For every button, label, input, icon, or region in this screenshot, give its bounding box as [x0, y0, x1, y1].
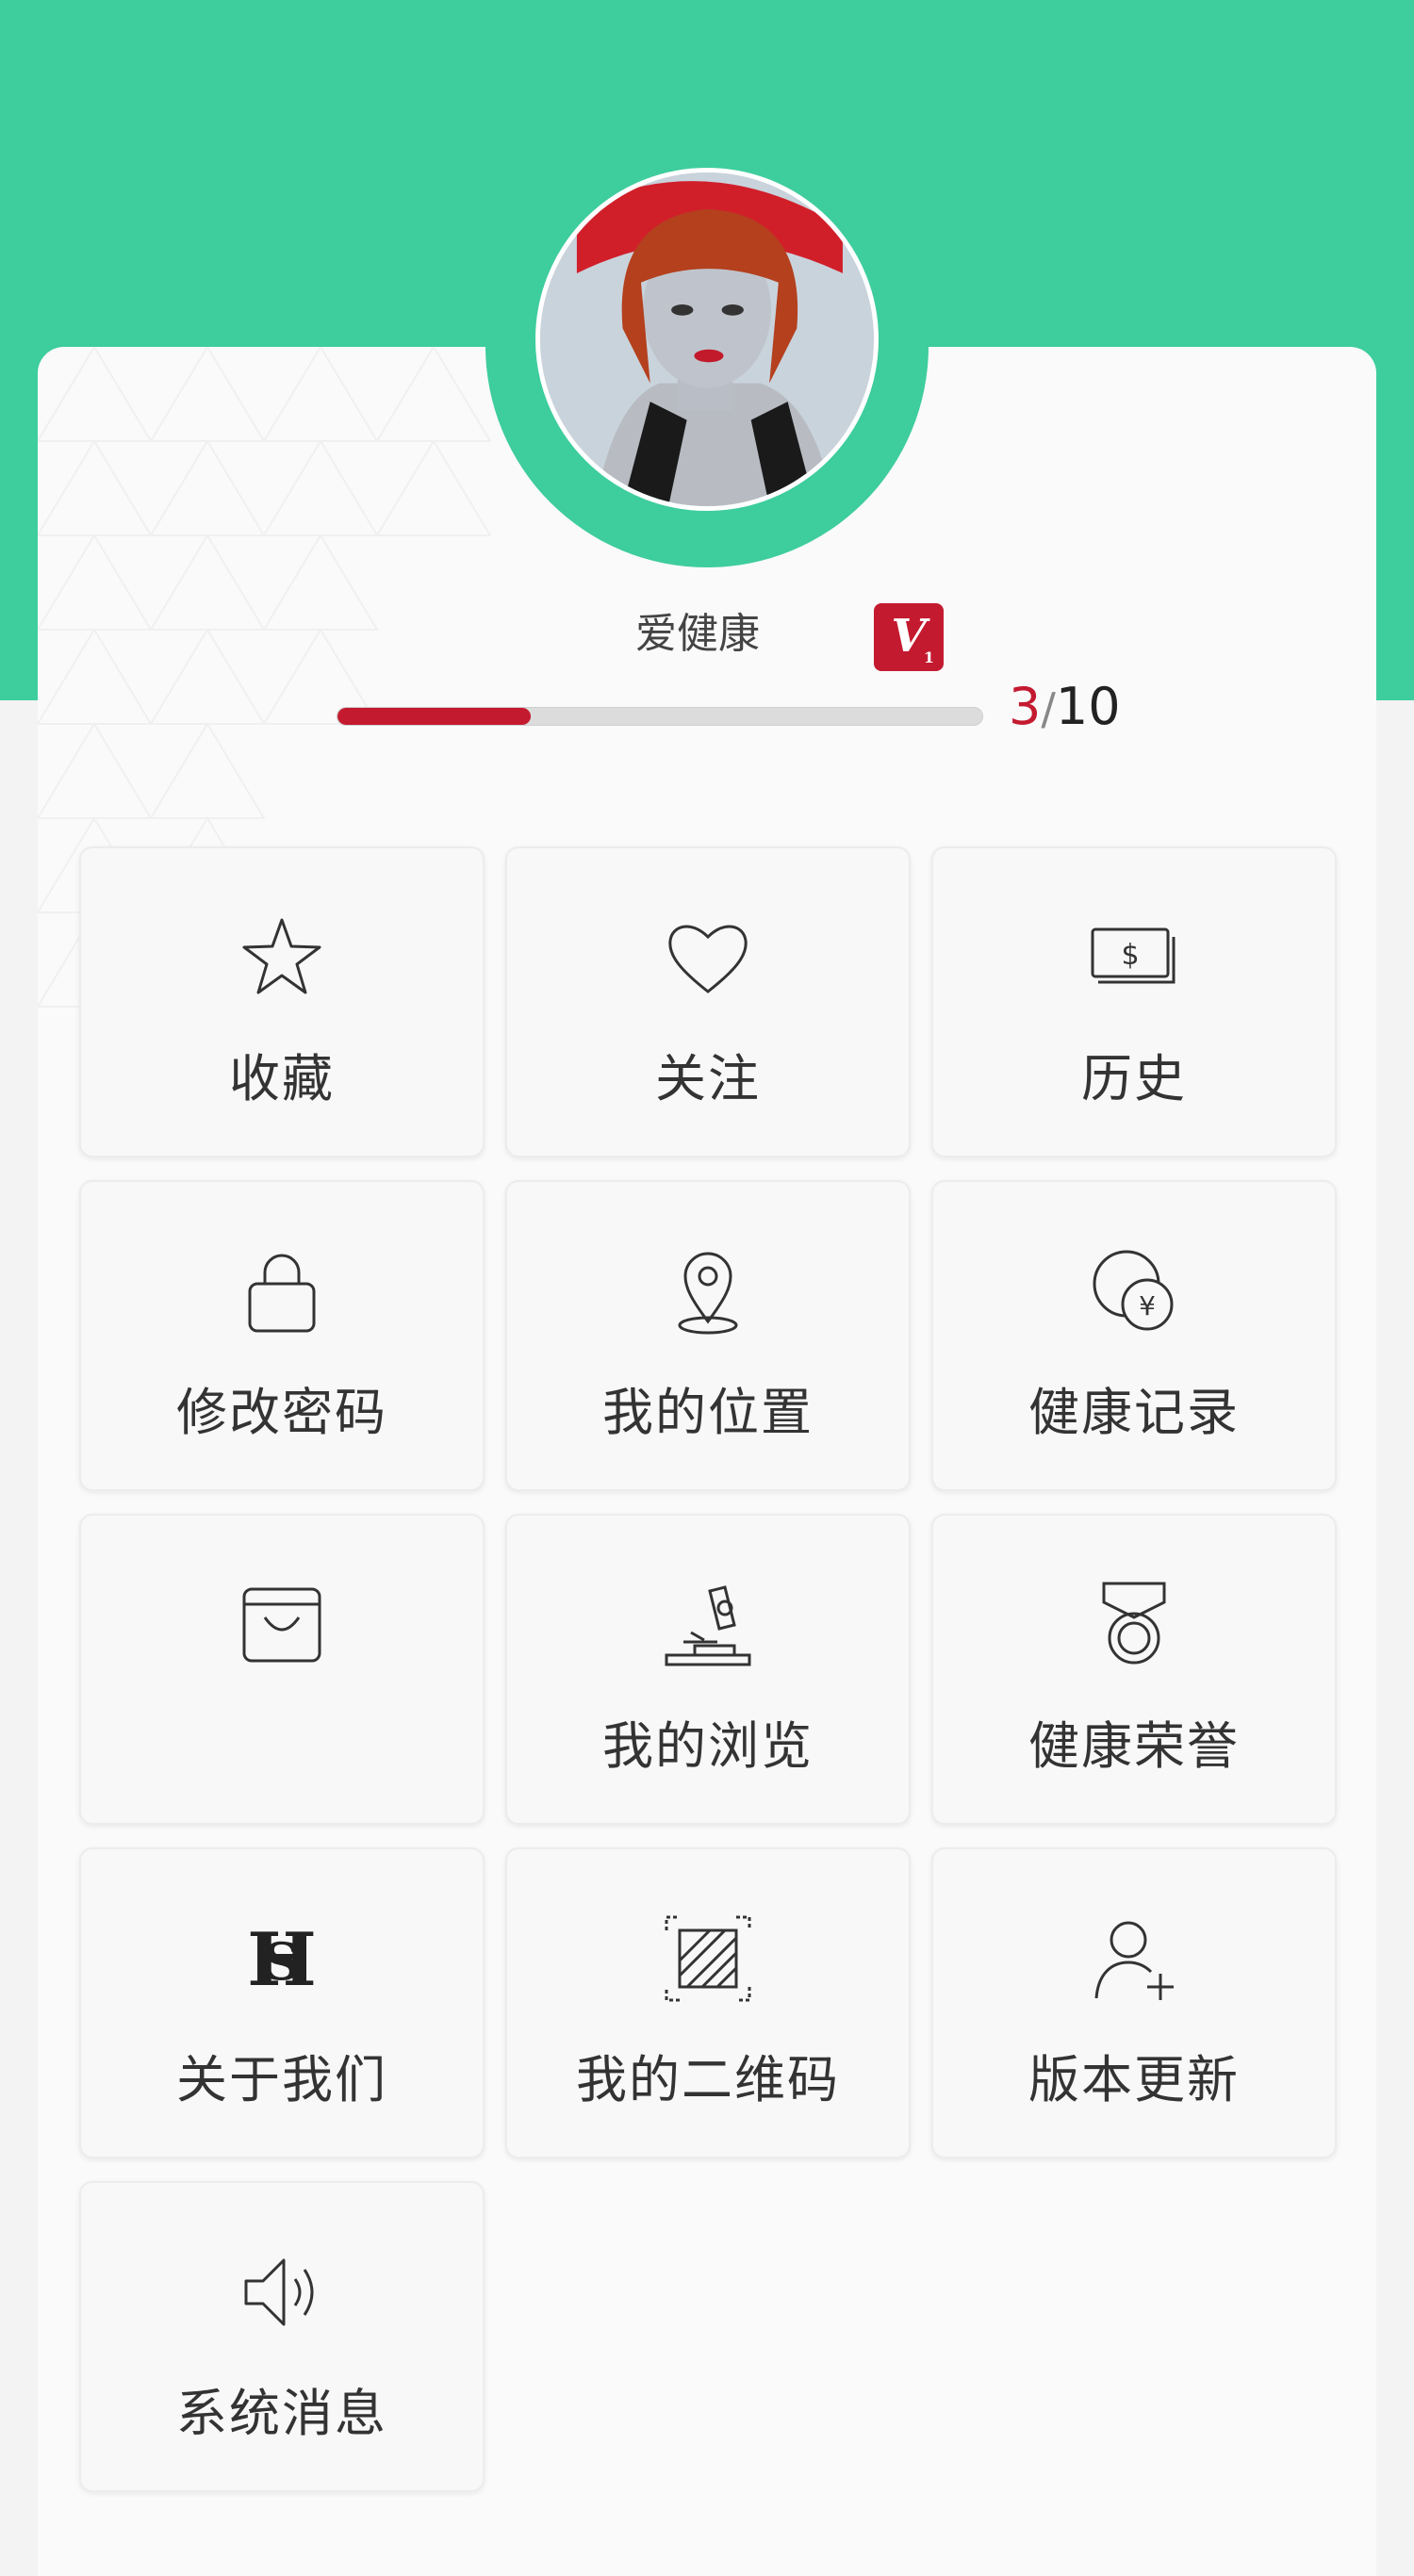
menu-item-my-qr-code[interactable]: 我的二维码	[505, 1847, 911, 2158]
yuan-coin-icon: ¥	[1089, 1246, 1179, 1337]
menu-item-label: 关于我们	[176, 2050, 387, 2109]
menu-item-label: 我的位置	[602, 1383, 814, 1442]
menu-item-health-honors[interactable]: 健康荣誉	[931, 1514, 1337, 1825]
menu-item-follow[interactable]: 关注	[505, 846, 911, 1157]
add-user-icon	[1089, 1913, 1179, 2004]
vip-badge[interactable]: V 1	[874, 603, 944, 671]
menu-item-system-messages[interactable]: 系统消息	[79, 2181, 485, 2492]
avatar[interactable]	[535, 168, 879, 511]
speaker-icon	[237, 2247, 327, 2338]
menu-item-health-records[interactable]: ¥ 健康记录	[931, 1180, 1337, 1491]
svg-text:$: $	[1121, 939, 1139, 972]
menu-item-favorites[interactable]: 收藏	[79, 846, 485, 1157]
menu-item-label: 版本更新	[1028, 2050, 1240, 2109]
menu-item-label: 我的浏览	[602, 1716, 814, 1776]
menu-item-history[interactable]: $ 历史	[931, 846, 1337, 1157]
shopping-bag-icon	[237, 1580, 327, 1670]
avatar-image	[540, 172, 874, 506]
lock-icon	[237, 1246, 327, 1337]
menu-item-label: 修改密码	[176, 1383, 387, 1442]
menu-item-version-update[interactable]: 版本更新	[931, 1847, 1337, 2158]
money-icon: $	[1089, 912, 1179, 1003]
menu-item-my-location[interactable]: 我的位置	[505, 1180, 911, 1491]
progress-total: 10	[1055, 677, 1121, 736]
qr-code-icon	[663, 1913, 753, 2004]
menu-item-change-password[interactable]: 修改密码	[79, 1180, 485, 1491]
medal-icon	[1089, 1580, 1179, 1670]
vip-badge-letter: V	[891, 610, 927, 663]
menu-item-label: 历史	[1081, 1049, 1187, 1108]
menu-item-about-us[interactable]: H S 关于我们	[79, 1847, 485, 2158]
menu-item-label: 健康记录	[1028, 1383, 1240, 1442]
logo-icon: H S	[237, 1913, 327, 2004]
menu-item-shopping[interactable]	[79, 1514, 485, 1825]
menu-item-label: 关注	[655, 1049, 761, 1108]
menu-item-label: 系统消息	[176, 2384, 387, 2443]
progress-current: 3	[1009, 677, 1042, 736]
heart-icon	[663, 912, 753, 1003]
menu-item-label: 健康荣誉	[1028, 1716, 1240, 1776]
level-progress-text: 3/10	[1009, 677, 1121, 737]
star-icon	[237, 912, 327, 1003]
progress-separator: /	[1041, 683, 1056, 734]
svg-text:S: S	[264, 1931, 301, 1992]
menu-item-my-browsing[interactable]: 我的浏览	[505, 1514, 911, 1825]
microscope-icon	[663, 1580, 753, 1670]
username: 爱健康	[635, 610, 760, 658]
level-progress-bar	[337, 707, 983, 726]
menu-item-label: 收藏	[229, 1049, 335, 1108]
location-pin-icon	[663, 1246, 753, 1337]
menu-item-label: 我的二维码	[576, 2050, 840, 2109]
level-progress-fill	[337, 708, 532, 725]
vip-level: 1	[923, 648, 934, 666]
menu-grid: 收藏 关注 $ 历史 修改密码 我的位置 ¥ 健康记录 我的浏览 健康荣誉 H …	[79, 846, 1337, 2492]
svg-text:¥: ¥	[1139, 1290, 1156, 1321]
